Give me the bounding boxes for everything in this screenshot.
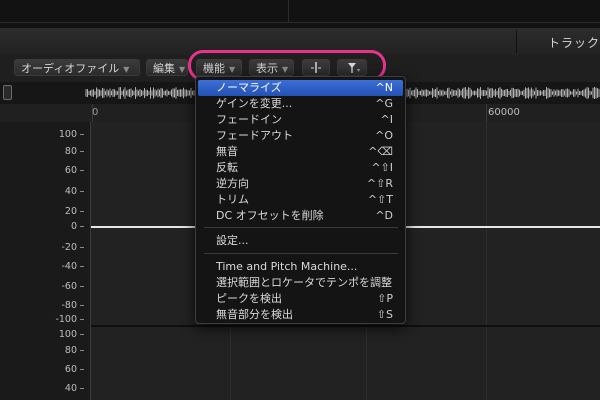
- menu-item-label: DC オフセットを削除: [216, 209, 324, 222]
- menu-item-shortcut: ^⇧I: [371, 161, 393, 174]
- ruler-label-zero: 0: [92, 107, 99, 118]
- menu-item-shortcut: ^⇧T: [367, 193, 393, 206]
- axis-label: 100: [59, 330, 84, 340]
- axis-label: 60: [65, 365, 84, 375]
- menu-item-shortcut: ^D: [375, 209, 393, 222]
- axis-label: 100: [59, 130, 84, 140]
- menu-item-detect-silence[interactable]: 無音部分を検出 ⇧S: [198, 307, 403, 323]
- menu-item-silence[interactable]: 無音 ^⌫: [198, 144, 403, 160]
- top-strip-line: [0, 22, 600, 23]
- amplitude-axis: 100 80 60 40 20 0 -20 -40 -60 -80 -100 1…: [0, 122, 91, 400]
- menu-item-label: ピークを検出: [216, 292, 282, 305]
- menu-item-fade-out[interactable]: フェードアウト ^O: [198, 128, 403, 144]
- edit-menu-label: 編集: [153, 62, 175, 75]
- menu-item-shortcut: ⇧P: [377, 292, 393, 305]
- menu-item-label: 選択範囲とロケータでテンポを調整: [216, 276, 392, 289]
- editor-tab-title[interactable]: トラック: [548, 34, 600, 51]
- menu-item-label: 無音部分を検出: [216, 308, 293, 321]
- menu-item-label: Time and Pitch Machine...: [216, 260, 358, 273]
- axis-label: -60: [61, 282, 84, 292]
- menu-separator: [204, 253, 398, 254]
- menu-item-label: フェードアウト: [216, 129, 293, 142]
- menu-item-trim[interactable]: トリム ^⇧T: [198, 192, 403, 208]
- menu-item-label: ゲインを変更...: [216, 97, 293, 110]
- functions-dropdown-menu: ノーマライズ ^N ゲインを変更... ^G フェードイン ^I フェードアウト…: [195, 76, 406, 324]
- axis-label: 20: [65, 207, 84, 217]
- menu-item-remove-dc-offset[interactable]: DC オフセットを削除 ^D: [198, 208, 403, 224]
- axis-label: 80: [65, 346, 84, 356]
- menu-item-fade-in[interactable]: フェードイン ^I: [198, 112, 403, 128]
- ruler-tick: [486, 104, 487, 122]
- axis-label: 0: [71, 222, 84, 232]
- edit-menu-button[interactable]: 編集 ▼: [146, 59, 188, 76]
- axis-label: -40: [61, 262, 84, 272]
- top-strip-separator: [288, 0, 289, 22]
- menu-item-shortcut: ^⇧R: [366, 177, 393, 190]
- menu-item-label: 逆方向: [216, 177, 249, 190]
- menu-separator: [204, 227, 398, 228]
- grid-line: [486, 122, 487, 400]
- menu-item-normalize[interactable]: ノーマライズ ^N: [198, 80, 403, 96]
- menu-item-time-pitch-machine[interactable]: Time and Pitch Machine...: [198, 259, 403, 275]
- menu-item-adjust-tempo[interactable]: 選択範囲とロケータでテンポを調整: [198, 275, 403, 291]
- channel-divider: [91, 325, 600, 327]
- menu-item-shortcut: ^⌫: [368, 145, 393, 158]
- menu-item-shortcut: ^I: [380, 113, 393, 126]
- axis-label: 80: [65, 147, 84, 157]
- menu-item-label: トリム: [216, 193, 249, 206]
- axis-label: -20: [61, 243, 84, 253]
- window-top-strip: [0, 0, 600, 28]
- menu-item-invert[interactable]: 反転 ^⇧I: [198, 160, 403, 176]
- menu-item-change-gain[interactable]: ゲインを変更... ^G: [198, 96, 403, 112]
- menu-item-label: 反転: [216, 161, 238, 174]
- axis-label: 40: [65, 187, 84, 197]
- axis-label: -80: [61, 301, 84, 311]
- menu-item-shortcut: ^G: [375, 97, 393, 110]
- menu-item-detect-peak[interactable]: ピークを検出 ⇧P: [198, 291, 403, 307]
- axis-label: -100: [55, 315, 84, 325]
- axis-label: 60: [65, 166, 84, 176]
- menu-item-shortcut: ^O: [375, 129, 393, 142]
- menu-item-shortcut: ⇧S: [376, 308, 393, 321]
- menu-item-label: 設定...: [216, 234, 249, 247]
- title-bar-divider: [516, 30, 517, 53]
- chevron-down-icon: ▼: [123, 65, 130, 74]
- menu-item-shortcut: ^N: [375, 81, 393, 94]
- menu-item-settings[interactable]: 設定...: [198, 233, 403, 249]
- ruler-label-60000: 60000: [488, 107, 520, 118]
- audio-file-menu-label: オーディオファイル: [21, 62, 120, 75]
- chevron-down-icon: ▼: [179, 65, 186, 74]
- menu-item-label: フェードイン: [216, 113, 282, 126]
- menu-item-label: ノーマライズ: [216, 81, 282, 94]
- menu-item-label: 無音: [216, 145, 238, 158]
- menu-item-reverse[interactable]: 逆方向 ^⇧R: [198, 176, 403, 192]
- audio-file-menu-button[interactable]: オーディオファイル ▼: [14, 59, 140, 76]
- axis-label: 40: [65, 384, 84, 394]
